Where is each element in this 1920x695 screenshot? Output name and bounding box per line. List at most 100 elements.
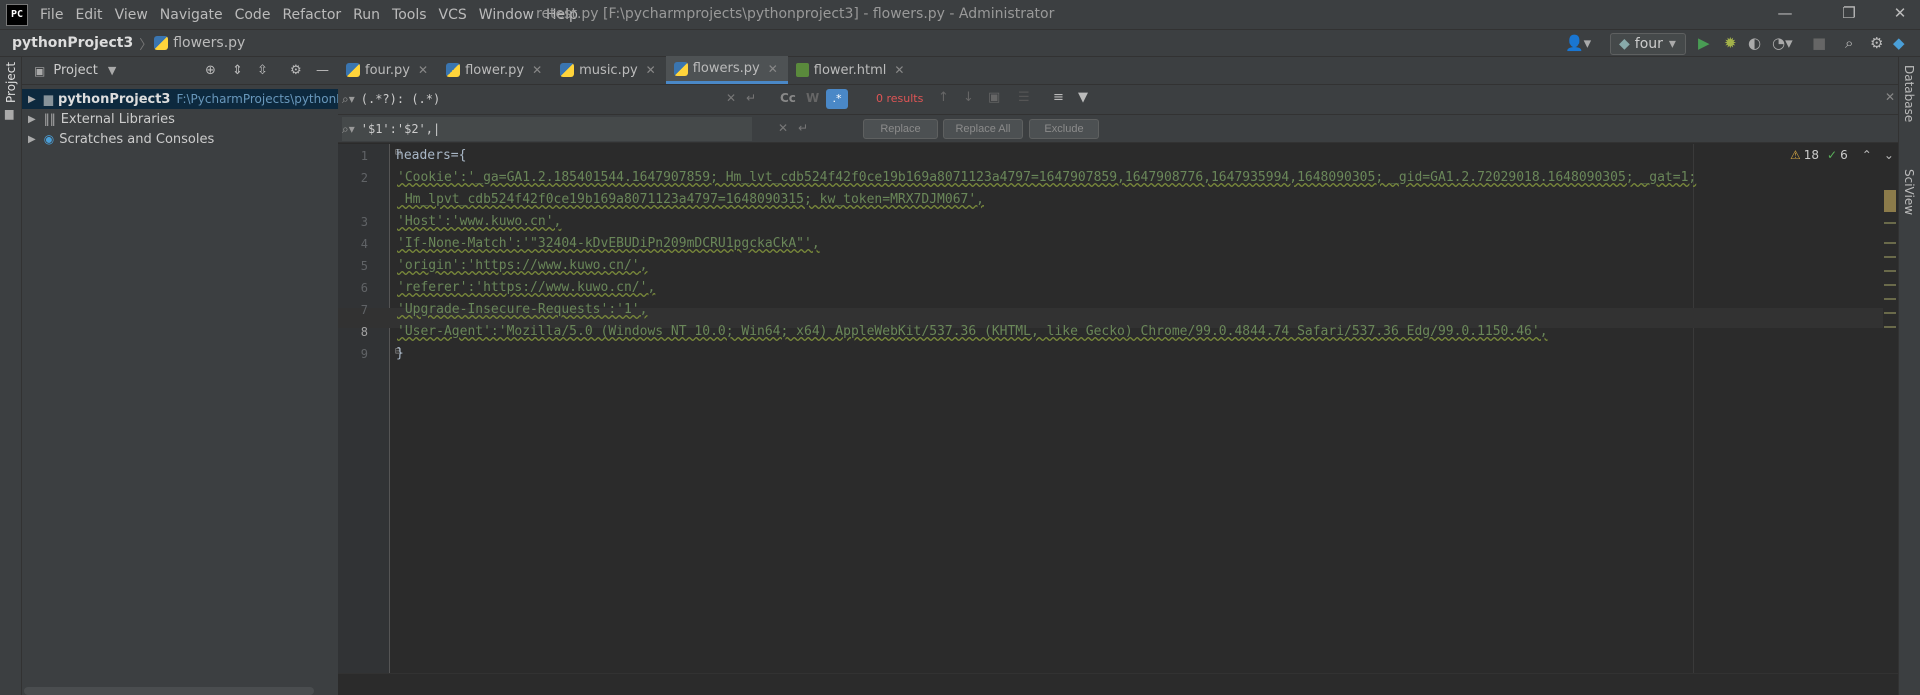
error-stripe-marker[interactable] — [1884, 242, 1896, 244]
menu-refactor[interactable]: Refactor — [282, 7, 341, 23]
close-tab-icon[interactable]: ✕ — [418, 63, 428, 77]
match-case-toggle[interactable]: Cc — [780, 91, 796, 105]
user-icon[interactable]: 👤▾ — [1565, 34, 1591, 52]
tab-four-py[interactable]: four.py ✕ — [338, 56, 438, 84]
exclude-button[interactable]: Exclude — [1029, 119, 1099, 139]
chevron-right-icon[interactable]: ▶ — [28, 94, 36, 105]
python-file-icon — [560, 63, 575, 77]
tab-music-py[interactable]: music.py ✕ — [552, 56, 666, 84]
weak-warning-count: 6 — [1840, 148, 1848, 162]
horizontal-scrollbar[interactable] — [24, 687, 314, 695]
expand-all-icon[interactable]: ⇕ — [232, 63, 243, 78]
chevron-right-icon[interactable]: ▶ — [28, 114, 36, 125]
warning-count: 18 — [1803, 148, 1820, 162]
scroll-thumb[interactable] — [1884, 190, 1896, 212]
code-line: 'Upgrade-Insecure-Requests':'1', — [397, 302, 648, 317]
new-line-icon[interactable]: ↵ — [746, 91, 756, 105]
error-stripe-marker[interactable] — [1884, 326, 1896, 328]
tab-flower-html[interactable]: flower.html ✕ — [788, 56, 915, 84]
collapse-all-icon[interactable]: ⇳ — [257, 63, 268, 78]
tree-item-scratches[interactable]: ▶ ◉ Scratches and Consoles — [22, 129, 338, 149]
replace-value: '$1':'$2', — [360, 122, 433, 136]
hide-panel-icon[interactable]: — — [316, 63, 329, 78]
menu-edit[interactable]: Edit — [75, 7, 102, 23]
replace-all-button[interactable]: Replace All — [943, 119, 1023, 139]
jetbrains-icon[interactable]: ◆ — [1893, 34, 1905, 52]
gear-icon[interactable]: ⚙ — [290, 63, 302, 78]
close-tab-icon[interactable]: ✕ — [894, 63, 904, 77]
debug-icon[interactable]: ✹ — [1724, 34, 1737, 52]
editor-bottom-area — [338, 673, 1898, 695]
menu-window[interactable]: Window — [479, 7, 534, 23]
menu-navigate[interactable]: Navigate — [160, 7, 223, 23]
python-file-icon — [446, 63, 461, 77]
search-in-selection-icon[interactable]: ☰ — [1018, 90, 1030, 105]
settings-gear-icon[interactable]: ⚙ — [1870, 34, 1883, 52]
inspection-widget[interactable]: ⚠ 18 ✓ 6 ⌃ ⌄ — [1790, 148, 1894, 162]
error-stripe-marker[interactable] — [1884, 312, 1896, 314]
close-tab-icon[interactable]: ✕ — [768, 62, 778, 76]
coverage-icon[interactable]: ◐ — [1748, 34, 1761, 52]
menu-view[interactable]: View — [115, 7, 148, 23]
run-icon[interactable]: ▶ — [1698, 34, 1710, 52]
tab-flowers-py[interactable]: flowers.py ✕ — [665, 56, 788, 84]
menu-run[interactable]: Run — [353, 7, 380, 23]
regex-toggle[interactable]: .* — [826, 89, 848, 109]
next-occurrence-icon[interactable]: ↓ — [963, 90, 974, 105]
chevron-right-icon[interactable]: ▶ — [28, 134, 36, 145]
close-tab-icon[interactable]: ✕ — [646, 63, 656, 77]
search-icon[interactable]: ⌕ — [1845, 34, 1853, 52]
replace-field[interactable]: ⌕▾ '$1':'$2', | — [342, 117, 752, 141]
results-count: 0 results — [876, 92, 924, 105]
words-toggle[interactable]: W — [806, 91, 819, 105]
breadcrumb-file[interactable]: flowers.py — [173, 35, 245, 51]
code-line: } — [396, 346, 404, 361]
chevron-down-icon[interactable]: ▼ — [108, 64, 116, 77]
error-stripe-marker[interactable] — [1884, 222, 1896, 224]
code-editor[interactable]: 1 2 3 4 5 6 7 8 9 ⊟ headers={ 'Cookie':'… — [338, 144, 1898, 695]
python-config-icon: ◆ — [1619, 36, 1630, 52]
right-margin-guide — [1693, 144, 1694, 695]
previous-occurrence-icon[interactable]: ↑ — [938, 90, 949, 105]
menu-vcs[interactable]: VCS — [439, 7, 467, 23]
tab-flower-py[interactable]: flower.py ✕ — [438, 56, 552, 84]
tree-item-external-libraries[interactable]: ▶ ‖‖ External Libraries — [22, 109, 338, 129]
project-panel-title[interactable]: Project — [53, 63, 97, 78]
error-stripe-marker[interactable] — [1884, 298, 1896, 300]
search-field[interactable]: ⌕▾ (.*?): (.*) — [342, 87, 742, 111]
close-find-icon[interactable]: ✕ — [1885, 90, 1895, 104]
database-tool-tab[interactable]: Database — [1902, 65, 1916, 122]
stop-icon[interactable]: ■ — [1812, 34, 1826, 52]
menu-tools[interactable]: Tools — [392, 7, 427, 23]
clear-search-icon[interactable]: ✕ — [726, 91, 736, 105]
close-tab-icon[interactable]: ✕ — [532, 63, 542, 77]
clear-replace-icon[interactable]: ✕ — [778, 121, 788, 135]
replace-search-icon[interactable]: ⌕▾ — [342, 122, 355, 137]
tree-item-project[interactable]: ▶ ▆ pythonProject3 F:\PycharmProjects\py… — [22, 89, 338, 109]
minimize-icon[interactable]: — — [1770, 4, 1800, 22]
profile-icon[interactable]: ◔▾ — [1772, 34, 1793, 52]
project-tool-tab[interactable]: Project — [4, 62, 18, 103]
previous-highlight-icon[interactable]: ⌃ — [1862, 148, 1872, 162]
close-window-icon[interactable]: ✕ — [1885, 4, 1915, 22]
sciview-tool-tab[interactable]: SciView — [1902, 169, 1916, 215]
error-stripe-marker[interactable] — [1884, 284, 1896, 286]
menu-file[interactable]: File — [40, 7, 63, 23]
next-highlight-icon[interactable]: ⌄ — [1884, 148, 1894, 162]
code-line: headers={ — [396, 148, 467, 163]
error-stripe-marker[interactable] — [1884, 270, 1896, 272]
breadcrumb-project[interactable]: pythonProject3 — [12, 35, 133, 51]
folder-icon: ▆ — [5, 107, 14, 120]
run-config-select[interactable]: ◆ four ▾ — [1610, 33, 1686, 55]
error-stripe-marker[interactable] — [1884, 256, 1896, 258]
locate-icon[interactable]: ⊕ — [205, 63, 216, 78]
new-line-icon[interactable]: ↵ — [798, 121, 808, 135]
tab-label: music.py — [579, 62, 638, 78]
filter-options-icon[interactable]: ≡ — [1053, 90, 1064, 105]
menu-code[interactable]: Code — [235, 7, 271, 23]
filter-icon[interactable]: ▼ — [1078, 90, 1088, 105]
replace-button[interactable]: Replace — [863, 119, 938, 139]
select-all-occurrences-icon[interactable]: ▣ — [988, 90, 1000, 105]
restore-icon[interactable]: ❐ — [1834, 4, 1864, 22]
search-icon[interactable]: ⌕▾ — [342, 92, 355, 107]
